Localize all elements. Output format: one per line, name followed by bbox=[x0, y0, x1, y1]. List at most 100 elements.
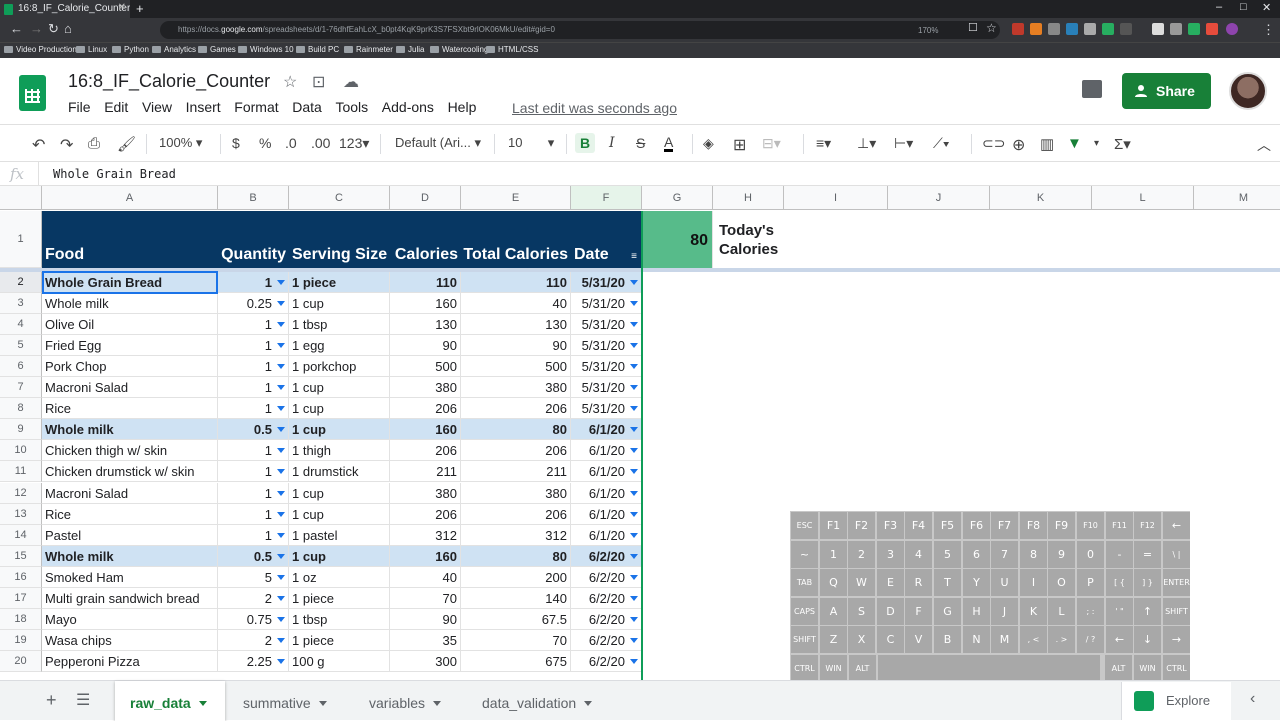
empty-cell[interactable] bbox=[888, 419, 990, 440]
cell-food[interactable]: Macroni Salad bbox=[42, 483, 218, 504]
extension-icon[interactable] bbox=[1206, 23, 1218, 35]
empty-cell[interactable] bbox=[888, 293, 990, 314]
row-header[interactable]: 9 bbox=[0, 419, 42, 440]
keyboard-key[interactable]: D bbox=[877, 598, 904, 625]
dropdown-arrow-icon[interactable] bbox=[277, 301, 285, 306]
keyboard-key[interactable]: ↑ bbox=[1134, 598, 1161, 625]
cell-serving-size[interactable]: 1 cup bbox=[289, 546, 390, 567]
empty-cell[interactable] bbox=[1194, 440, 1280, 461]
cell-quantity[interactable]: 1 bbox=[218, 525, 289, 546]
cell-total-calories[interactable]: 67.5 bbox=[461, 609, 571, 630]
row-header[interactable]: 15 bbox=[0, 546, 42, 567]
profile-icon[interactable] bbox=[1226, 23, 1238, 35]
keyboard-key[interactable]: E bbox=[877, 569, 904, 596]
empty-cell[interactable] bbox=[642, 419, 713, 440]
empty-cell[interactable] bbox=[1092, 293, 1194, 314]
extension-icon[interactable] bbox=[1066, 23, 1078, 35]
keyboard-key[interactable]: ~ bbox=[791, 541, 818, 568]
keyboard-key[interactable]: V bbox=[905, 626, 932, 653]
empty-cell[interactable] bbox=[642, 440, 713, 461]
cell-calories[interactable]: 70 bbox=[390, 588, 461, 609]
back-icon[interactable]: ← bbox=[10, 21, 23, 36]
column-header-c[interactable]: C bbox=[289, 186, 390, 210]
menu-addons[interactable]: Add-ons bbox=[382, 99, 434, 115]
empty-cell[interactable] bbox=[1092, 356, 1194, 377]
functions-icon[interactable]: Σ▾ bbox=[1114, 135, 1131, 153]
cell-calories[interactable]: 211 bbox=[390, 461, 461, 482]
empty-cell[interactable] bbox=[1092, 483, 1194, 504]
dropdown-arrow-icon[interactable] bbox=[630, 280, 638, 285]
keyboard-key[interactable]: , < bbox=[1020, 626, 1047, 653]
empty-cell[interactable] bbox=[1092, 461, 1194, 482]
empty-cell[interactable] bbox=[888, 440, 990, 461]
cell-serving-size[interactable]: 1 piece bbox=[289, 272, 390, 293]
dropdown-arrow-icon[interactable] bbox=[630, 448, 638, 453]
cell-total-calories[interactable]: 130 bbox=[461, 314, 571, 335]
dropdown-arrow-icon[interactable] bbox=[277, 617, 285, 622]
dropdown-arrow-icon[interactable] bbox=[277, 280, 285, 285]
empty-cell[interactable] bbox=[990, 272, 1092, 293]
keyboard-key[interactable]: X bbox=[848, 626, 875, 653]
cell-food[interactable]: Whole milk bbox=[42, 419, 218, 440]
keyboard-key[interactable]: . > bbox=[1048, 626, 1075, 653]
column-header-h[interactable]: H bbox=[713, 186, 784, 210]
keyboard-key[interactable]: ; : bbox=[1077, 598, 1104, 625]
cell-quantity[interactable]: 1 bbox=[218, 461, 289, 482]
sheet-tab-caret-icon[interactable] bbox=[584, 701, 593, 706]
cell-quantity[interactable]: 5 bbox=[218, 567, 289, 588]
cell-calories[interactable]: 160 bbox=[390, 546, 461, 567]
sheet-tab-caret-icon[interactable] bbox=[318, 701, 327, 706]
dropdown-arrow-icon[interactable] bbox=[630, 427, 638, 432]
empty-cell[interactable] bbox=[642, 461, 713, 482]
empty-cell[interactable] bbox=[784, 293, 888, 314]
insert-link-icon[interactable]: ⊂⊃ bbox=[982, 135, 1005, 152]
keyboard-key[interactable]: ← bbox=[1106, 626, 1133, 653]
menu-tools[interactable]: Tools bbox=[335, 99, 368, 115]
empty-cell[interactable] bbox=[1194, 525, 1280, 546]
row-header[interactable]: 1 bbox=[0, 211, 42, 268]
cell-food[interactable]: Macroni Salad bbox=[42, 377, 218, 398]
keyboard-key[interactable]: WIN bbox=[820, 655, 847, 682]
cell-date[interactable]: 5/31/20 bbox=[571, 377, 642, 398]
extension-icon[interactable] bbox=[1012, 23, 1024, 35]
empty-cell[interactable] bbox=[1194, 398, 1280, 419]
empty-cell[interactable] bbox=[1194, 567, 1280, 588]
cell-total-calories[interactable]: 380 bbox=[461, 377, 571, 398]
cell-serving-size[interactable]: 1 tbsp bbox=[289, 609, 390, 630]
empty-cell[interactable] bbox=[713, 609, 784, 630]
cell-date[interactable]: 6/1/20 bbox=[571, 461, 642, 482]
empty-cell[interactable] bbox=[713, 567, 784, 588]
row-header[interactable]: 3 bbox=[0, 293, 42, 314]
more-formats-select[interactable]: 123▾ bbox=[339, 135, 369, 152]
keyboard-key[interactable]: CTRL bbox=[791, 655, 818, 682]
bookmark-folder[interactable]: Python bbox=[112, 45, 149, 54]
keyboard-key[interactable]: ESC bbox=[791, 512, 818, 539]
close-window-icon[interactable]: ✕ bbox=[1262, 1, 1271, 14]
cell-serving-size[interactable]: 1 pastel bbox=[289, 525, 390, 546]
bookmark-folder[interactable]: Build PC bbox=[296, 45, 339, 54]
cell-total-calories[interactable]: 675 bbox=[461, 651, 571, 672]
reload-icon[interactable]: ↻ bbox=[48, 21, 59, 37]
keyboard-key[interactable]: ENTER bbox=[1163, 569, 1190, 596]
keyboard-key[interactable]: ALT bbox=[849, 655, 876, 682]
chrome-menu-icon[interactable]: ⋮ bbox=[1262, 22, 1275, 38]
empty-cell[interactable] bbox=[713, 630, 784, 651]
star-icon[interactable]: ☆ bbox=[283, 72, 297, 92]
cell-food[interactable]: Smoked Ham bbox=[42, 567, 218, 588]
column-header-m[interactable]: M bbox=[1194, 186, 1280, 210]
add-sheet-icon[interactable]: + bbox=[46, 690, 57, 711]
keyboard-key[interactable]: ' " bbox=[1106, 598, 1133, 625]
keyboard-key[interactable]: P bbox=[1077, 569, 1104, 596]
undo-icon[interactable]: ↶ bbox=[32, 135, 45, 155]
empty-cell[interactable] bbox=[713, 525, 784, 546]
empty-cell[interactable] bbox=[784, 377, 888, 398]
empty-cell[interactable] bbox=[990, 377, 1092, 398]
cell-calories[interactable]: 90 bbox=[390, 335, 461, 356]
cell-quantity[interactable]: 1 bbox=[218, 377, 289, 398]
cell-calories[interactable]: 206 bbox=[390, 398, 461, 419]
cell-calories[interactable]: 380 bbox=[390, 377, 461, 398]
menu-view[interactable]: View bbox=[142, 99, 172, 115]
paint-format-icon[interactable]: 🖌 bbox=[117, 135, 136, 153]
dropdown-arrow-icon[interactable] bbox=[630, 659, 638, 664]
extension-icon[interactable] bbox=[1102, 23, 1114, 35]
